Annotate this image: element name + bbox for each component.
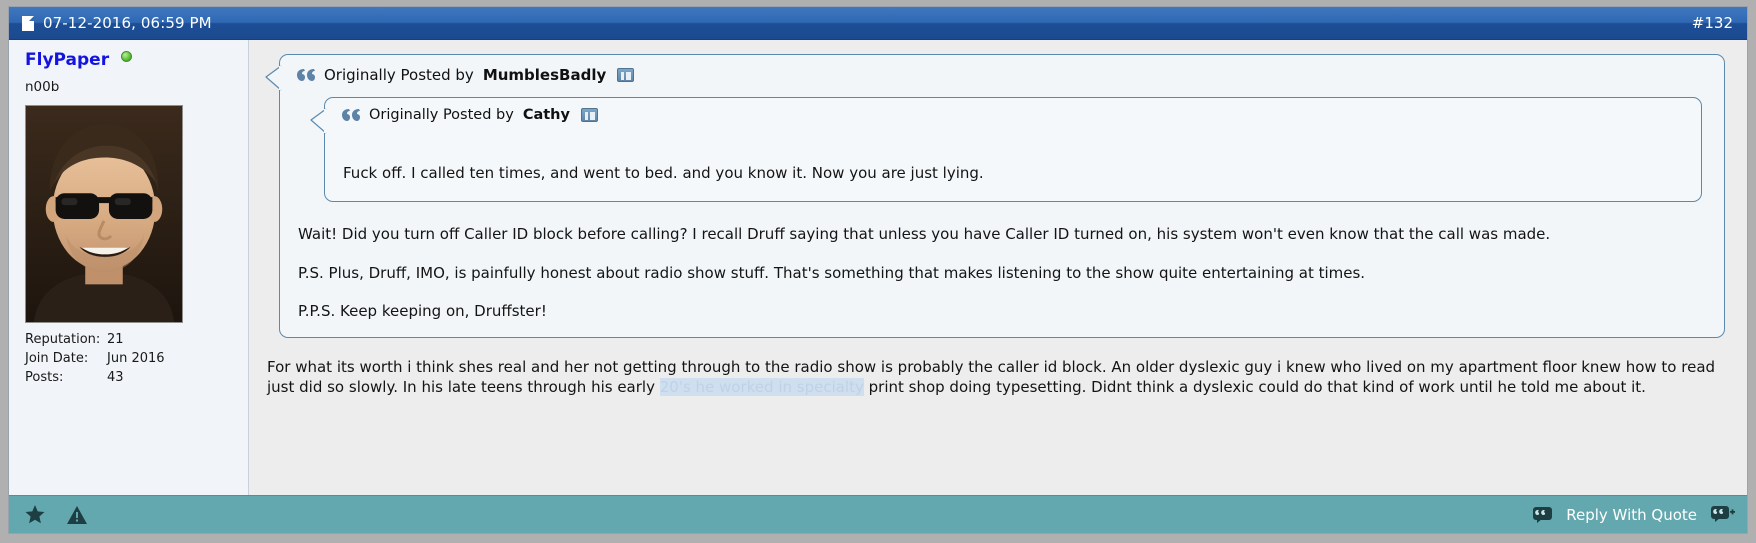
forum-post: 07-12-2016, 06:59 PM #132 FlyPaper n00b	[8, 6, 1748, 534]
post-footer-bar: Reply With Quote	[9, 495, 1747, 533]
quote-header-outer: Originally Posted by MumblesBadly	[294, 66, 1710, 84]
post-footer-right: Reply With Quote	[1533, 506, 1735, 524]
stat-label: Posts:	[25, 370, 64, 385]
quote-paragraph: Wait! Did you turn off Caller ID block b…	[298, 224, 1551, 243]
quote-prefix: Originally Posted by	[369, 107, 514, 123]
quote-tail-icon	[265, 65, 282, 91]
view-post-icon[interactable]	[580, 108, 598, 122]
warning-triangle-icon[interactable]	[67, 505, 87, 524]
post-header-left: 07-12-2016, 06:59 PM	[22, 14, 212, 32]
post-body: FlyPaper n00b Reputation: 21 Join Date: …	[9, 40, 1747, 495]
view-post-icon[interactable]	[617, 68, 635, 82]
stat-label: Join Date:	[25, 351, 89, 366]
online-indicator-icon	[121, 51, 133, 62]
quotation-marks-icon	[297, 68, 315, 82]
quote-header-inner: Originally Posted by Cathy	[339, 107, 1687, 123]
avatar[interactable]	[25, 105, 183, 323]
quote-author-link[interactable]: Cathy	[523, 107, 570, 123]
quote-prefix: Originally Posted by	[324, 66, 474, 84]
post-header-bar: 07-12-2016, 06:59 PM #132	[9, 7, 1747, 40]
multi-quote-icon[interactable]	[1711, 506, 1735, 523]
post-message-text: For what its worth i think shes real and…	[267, 358, 1727, 398]
user-title: n00b	[25, 79, 60, 95]
post-footer-left	[25, 505, 87, 524]
stat-label: Reputation:	[25, 332, 101, 347]
document-icon	[22, 15, 34, 31]
stat-row: Join Date: Jun 2016	[25, 351, 234, 366]
post-number-link[interactable]: #132	[1692, 14, 1733, 32]
username-link[interactable]: FlyPaper	[25, 50, 109, 70]
avatar-image	[26, 106, 182, 322]
username-row: FlyPaper	[25, 50, 234, 70]
user-stats: Reputation: 21 Join Date: Jun 2016 Posts…	[25, 332, 234, 385]
quote-paragraph: P.P.S. Keep keeping on, Druffster!	[298, 302, 547, 321]
quote-bubble-icon[interactable]	[1533, 506, 1553, 523]
post-content: Originally Posted by MumblesBadly Origin…	[249, 40, 1747, 495]
stat-row: Posts: 43	[25, 370, 234, 385]
quote-author-link[interactable]: MumblesBadly	[483, 66, 606, 84]
stat-value: Jun 2016	[107, 351, 165, 366]
quote-paragraph: P.S. Plus, Druff, IMO, is painfully hone…	[298, 263, 1366, 282]
star-icon[interactable]	[25, 505, 45, 524]
stat-row: Reputation: 21	[25, 332, 234, 347]
message-part-2: print shop doing typesetting. Didnt thin…	[863, 377, 1646, 396]
quotation-marks-icon	[342, 108, 360, 122]
reply-with-quote-button[interactable]: Reply With Quote	[1566, 506, 1697, 524]
quote-text-inner: Fuck off. I called ten times, and went t…	[343, 164, 984, 182]
quote-block-outer: Originally Posted by MumblesBadly Origin…	[265, 54, 1725, 338]
user-info-panel: FlyPaper n00b Reputation: 21 Join Date: …	[9, 40, 249, 495]
post-date: 07-12-2016, 06:59 PM	[43, 14, 212, 32]
quote-tail-icon	[310, 108, 327, 134]
quote-block-inner: Originally Posted by Cathy Fuck off. I c…	[310, 97, 1702, 202]
stat-value: 21	[107, 332, 124, 347]
selected-text: 20's he worked in specialty	[659, 377, 864, 396]
stat-value: 43	[107, 370, 124, 385]
